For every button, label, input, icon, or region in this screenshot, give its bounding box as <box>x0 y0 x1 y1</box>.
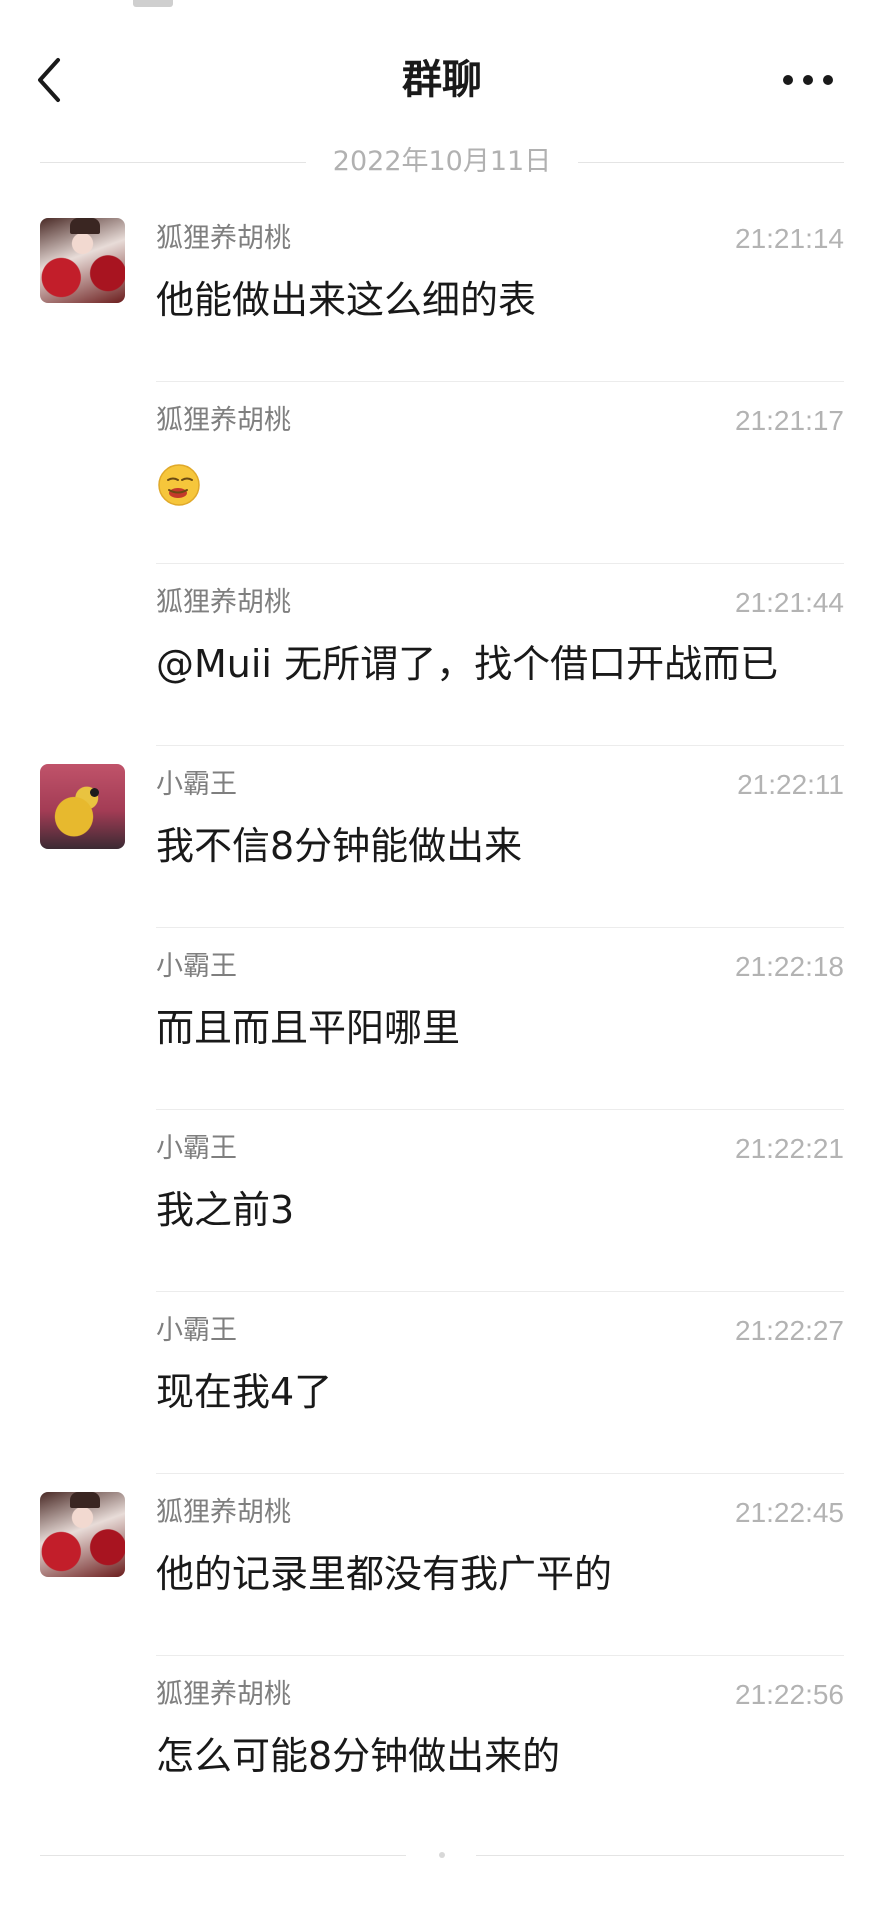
message-text: 现在我4了 <box>156 1370 333 1414</box>
message-item[interactable]: 狐狸养胡桃 21:21:14 他能做出来这么细的表 <box>0 200 884 382</box>
sender-name[interactable]: 狐狸养胡桃 <box>156 220 291 258</box>
message-text: 怎么可能8分钟做出来的 <box>156 1734 561 1778</box>
end-divider-left <box>40 1855 406 1856</box>
date-divider-right <box>578 162 844 163</box>
message-time: 21:22:45 <box>735 1497 844 1528</box>
message-time: 21:21:17 <box>735 405 844 436</box>
sender-name[interactable]: 小霸王 <box>156 1312 237 1350</box>
message-item[interactable]: 小霸王 21:22:18 而且而且平阳哪里 <box>0 928 884 1110</box>
avatar[interactable] <box>40 764 125 849</box>
message-time: 21:22:18 <box>735 951 844 982</box>
message-item[interactable]: 小霸王 21:22:21 我之前3 <box>0 1110 884 1292</box>
status-bar-fragment <box>133 0 173 7</box>
sender-name[interactable]: 小霸王 <box>156 948 237 986</box>
message-text: 他能做出来这么细的表 <box>156 278 537 322</box>
message-text: 他的记录里都没有我广平的 <box>156 1552 613 1596</box>
message-time: 21:22:56 <box>735 1679 844 1710</box>
sender-name[interactable]: 狐狸养胡桃 <box>156 584 291 622</box>
message-item[interactable]: 小霸王 21:22:11 我不信8分钟能做出来 <box>0 746 884 928</box>
date-separator: 2022年10月11日 <box>40 142 844 182</box>
message-time: 21:22:21 <box>735 1133 844 1164</box>
avatar[interactable] <box>40 1492 125 1577</box>
message-text: 而且而且平阳哪里 <box>156 1006 461 1050</box>
avatar[interactable] <box>40 218 125 303</box>
message-time: 21:22:27 <box>735 1315 844 1346</box>
chat-header: 群聊 <box>0 30 884 130</box>
page-title: 群聊 <box>402 57 482 103</box>
sender-name[interactable]: 小霸王 <box>156 766 237 804</box>
message-text: 我不信8分钟能做出来 <box>156 824 523 868</box>
end-dot <box>439 1852 445 1858</box>
message-text: 我之前3 <box>156 1188 295 1232</box>
sender-name[interactable]: 小霸王 <box>156 1130 237 1168</box>
message-item[interactable]: 狐狸养胡桃 21:22:45 他的记录里都没有我广平的 <box>0 1474 884 1656</box>
message-text: @Muii 无所谓了，找个借口开战而已 <box>156 642 779 686</box>
message-time: 21:21:44 <box>735 587 844 618</box>
message-time: 21:22:11 <box>737 769 844 800</box>
more-options-button[interactable] <box>772 52 844 108</box>
end-divider-right <box>476 1855 844 1856</box>
sender-name[interactable]: 狐狸养胡桃 <box>156 402 291 440</box>
smirk-face-icon <box>156 462 202 508</box>
message-item[interactable]: 狐狸养胡桃 21:22:56 怎么可能8分钟做出来的 <box>0 1656 884 1838</box>
message-time: 21:21:14 <box>735 223 844 254</box>
message-list: 狐狸养胡桃 21:21:14 他能做出来这么细的表 狐狸养胡桃 21:21:17… <box>0 200 884 1838</box>
sender-name[interactable]: 狐狸养胡桃 <box>156 1494 291 1532</box>
message-item[interactable]: 狐狸养胡桃 21:21:44 @Muii 无所谓了，找个借口开战而已 <box>0 564 884 746</box>
more-dots-icon <box>783 75 833 85</box>
message-item[interactable]: 狐狸养胡桃 21:21:17 <box>0 382 884 564</box>
sender-name[interactable]: 狐狸养胡桃 <box>156 1676 291 1714</box>
message-item[interactable]: 小霸王 21:22:27 现在我4了 <box>0 1292 884 1474</box>
